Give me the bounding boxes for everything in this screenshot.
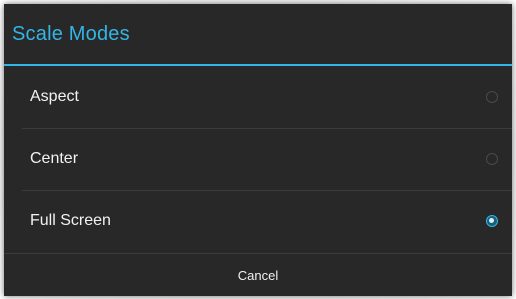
radio-unchecked-icon[interactable] [486, 153, 498, 165]
option-label: Full Screen [30, 212, 111, 229]
dialog-title: Scale Modes [12, 22, 130, 45]
radio-unchecked-icon[interactable] [486, 91, 498, 103]
radio-checked-icon[interactable] [486, 215, 498, 227]
option-aspect[interactable]: Aspect [4, 66, 512, 128]
dialog-title-bar: Scale Modes [4, 4, 512, 66]
cancel-button[interactable]: Cancel [218, 254, 298, 296]
option-full-screen[interactable]: Full Screen [4, 190, 512, 252]
option-label: Aspect [30, 88, 79, 105]
option-center[interactable]: Center [4, 128, 512, 190]
scale-modes-dialog: Scale Modes Aspect Center Full Screen Ca… [4, 4, 512, 296]
scale-mode-options: Aspect Center Full Screen [4, 66, 512, 252]
dialog-footer: Cancel [4, 253, 512, 296]
option-label: Center [30, 150, 79, 167]
